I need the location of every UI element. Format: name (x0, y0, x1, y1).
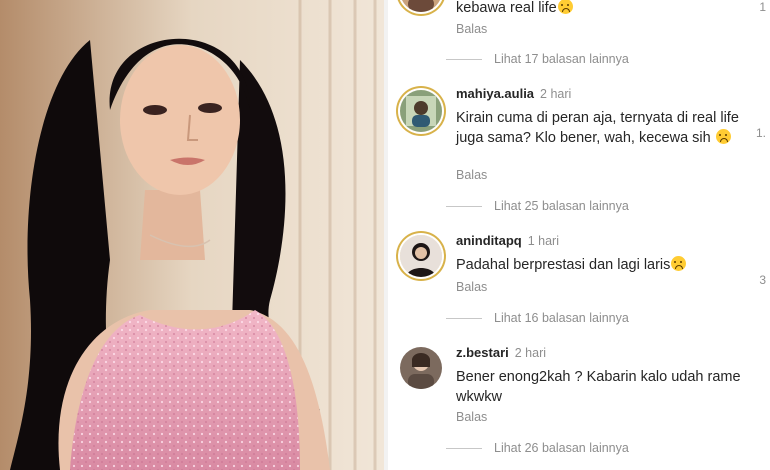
username[interactable]: z.bestari (456, 345, 509, 360)
username[interactable]: mahiya.aulia (456, 86, 534, 101)
comment-text: kebawa real life (456, 0, 741, 18)
like-count: 1 (759, 0, 766, 14)
timestamp: 2 hari (540, 87, 572, 101)
replies-line (446, 318, 482, 320)
timestamp: 2 hari (514, 346, 547, 360)
replies-line (446, 59, 482, 61)
reply-button[interactable]: Balas (456, 168, 487, 182)
comments-panel[interactable]: kebawa real life Balas Lihat 17 balasan … (388, 0, 770, 470)
sad-face-emoji-icon (715, 129, 731, 144)
reply-button[interactable]: Balas (456, 410, 487, 424)
username[interactable]: aninditapq (456, 233, 522, 248)
comment-text: Padahal berprestasi dan lagi laris (456, 255, 741, 275)
view-more-replies[interactable]: Lihat 16 balasan lainnya (446, 311, 629, 325)
replies-line (446, 206, 482, 208)
view-more-replies[interactable]: Lihat 25 balasan lainnya (446, 199, 629, 213)
avatar[interactable] (400, 235, 442, 277)
avatar[interactable] (400, 0, 442, 12)
reply-button[interactable]: Balas (456, 22, 487, 36)
like-count: 1. (755, 126, 766, 140)
avatar[interactable] (400, 347, 442, 389)
view-more-replies[interactable]: Lihat 17 balasan lainnya (446, 52, 629, 66)
comment-header: z.bestari 2 hari (456, 345, 546, 360)
replies-line (446, 448, 482, 450)
sad-face-emoji-icon (557, 0, 573, 14)
featured-photo (0, 0, 384, 470)
comment-header: aninditapq 1 hari (456, 233, 559, 248)
comment-text: Kirain cuma di peran aja, ternyata di re… (456, 110, 739, 146)
sad-face-emoji-icon (671, 256, 687, 271)
comment-text: Bener enong2kah ? Kabarin kalo udah rame… (456, 369, 741, 405)
like-count: 3 (759, 273, 766, 287)
timestamp: 1 hari (527, 234, 559, 248)
avatar[interactable] (400, 90, 442, 132)
view-more-replies[interactable]: Lihat 26 balasan lainnya (446, 441, 629, 455)
comment-header: mahiya.aulia 2 hari (456, 86, 571, 101)
reply-button[interactable]: Balas (456, 280, 487, 294)
